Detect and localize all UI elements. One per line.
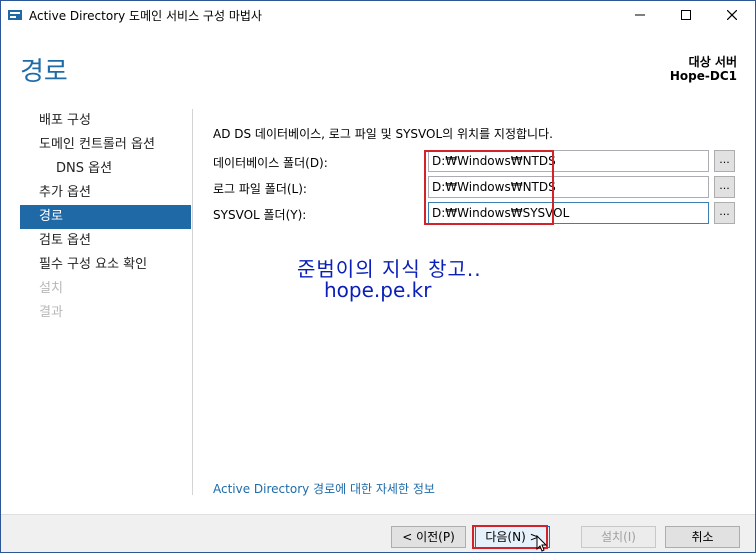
target-server-label: 대상 서버 bbox=[688, 55, 737, 69]
maximize-button[interactable] bbox=[663, 1, 709, 29]
database-folder-browse-button[interactable]: ... bbox=[714, 150, 735, 172]
log-folder-label: 로그 파일 폴더(L): bbox=[213, 182, 307, 196]
database-folder-label: 데이터베이스 폴더(D): bbox=[213, 156, 328, 170]
nav-item-installation: 설치 bbox=[39, 281, 63, 296]
sysvol-folder-browse-button[interactable]: ... bbox=[714, 202, 735, 224]
previous-button[interactable]: < 이전(P) bbox=[391, 526, 466, 548]
log-folder-input[interactable] bbox=[428, 176, 709, 198]
wizard-steps-nav: 배포 구성 도메인 컨트롤러 옵션 DNS 옵션 추가 옵션 경로 검토 옵션 … bbox=[20, 109, 191, 325]
close-button[interactable] bbox=[709, 1, 755, 29]
server-manager-icon bbox=[8, 10, 22, 20]
intro-text: AD DS 데이터베이스, 로그 파일 및 SYSVOL의 위치를 지정합니다. bbox=[213, 127, 553, 141]
nav-item-results: 결과 bbox=[39, 305, 63, 320]
mouse-cursor-icon bbox=[536, 535, 548, 552]
wizard-footer: < 이전(P) 다음(N) > 설치(I) 취소 bbox=[1, 514, 755, 552]
cancel-button[interactable]: 취소 bbox=[665, 526, 740, 548]
more-info-link[interactable]: Active Directory 경로에 대한 자세한 정보 bbox=[213, 480, 435, 497]
close-icon bbox=[727, 10, 737, 20]
title-bar[interactable]: Active Directory 도메인 서비스 구성 마법사 bbox=[1, 1, 755, 29]
install-button: 설치(I) bbox=[581, 526, 656, 548]
nav-item-prerequisites-check[interactable]: 필수 구성 요소 확인 bbox=[20, 253, 191, 277]
nav-item-deployment-config[interactable]: 배포 구성 bbox=[20, 109, 191, 133]
sysvol-folder-input[interactable] bbox=[428, 202, 709, 224]
database-folder-input[interactable] bbox=[428, 150, 709, 172]
log-folder-browse-button[interactable]: ... bbox=[714, 176, 735, 198]
watermark-url: hope.pe.kr bbox=[324, 278, 432, 302]
minimize-button[interactable] bbox=[617, 1, 663, 29]
maximize-icon bbox=[681, 10, 691, 20]
nav-item-additional-options[interactable]: 추가 옵션 bbox=[20, 181, 191, 205]
nav-item-dc-options[interactable]: 도메인 컨트롤러 옵션 bbox=[20, 133, 191, 157]
nav-item-dns-options[interactable]: DNS 옵션 bbox=[20, 157, 191, 181]
target-server-name: Hope-DC1 bbox=[669, 69, 737, 83]
nav-divider bbox=[192, 109, 193, 495]
sysvol-folder-label: SYSVOL 폴더(Y): bbox=[213, 208, 307, 222]
nav-item-paths[interactable]: 경로 bbox=[20, 205, 191, 229]
page-title: 경로 bbox=[20, 57, 68, 87]
nav-item-review-options[interactable]: 검토 옵션 bbox=[20, 229, 191, 253]
window-title: Active Directory 도메인 서비스 구성 마법사 bbox=[29, 9, 262, 23]
wizard-window: Active Directory 도메인 서비스 구성 마법사 경로 대상 서버… bbox=[0, 0, 756, 553]
minimize-icon bbox=[635, 14, 645, 16]
